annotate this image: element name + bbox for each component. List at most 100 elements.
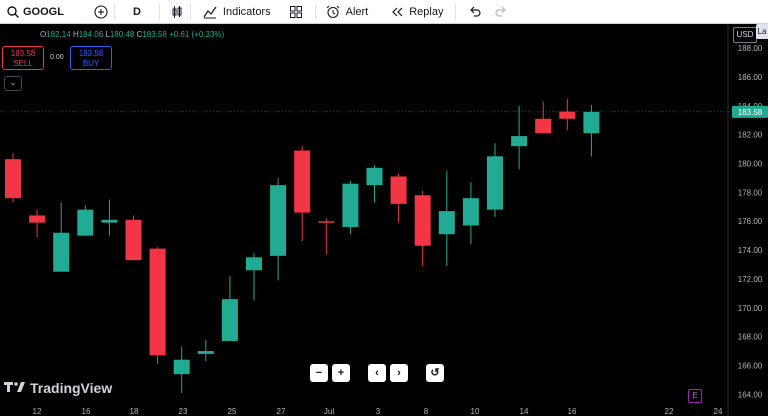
candle-body [535, 118, 552, 134]
candle-body [5, 159, 21, 199]
layouts-button[interactable] [283, 0, 309, 24]
brand-name: TradingView [30, 380, 113, 396]
toolbar-divider [455, 3, 457, 20]
time-tick-label: 8 [424, 407, 429, 416]
candle [342, 180, 359, 235]
chart-pane[interactable]: 164.00 166.00 168.00 170.00 172.00 174.00 176.… [0, 25, 768, 416]
candlestick-chart[interactable]: 164.00 166.00 168.00 170.00 172.00 174.00 176.… [0, 25, 768, 416]
last-price-label: 183.58 [738, 108, 763, 117]
zoom-out-button[interactable]: − [310, 364, 328, 382]
compare-symbol-button[interactable] [88, 0, 114, 24]
candle [101, 199, 118, 236]
reset-chart-button[interactable]: ↺ [426, 364, 444, 382]
indicators-button[interactable]: Indicators [197, 0, 277, 24]
buy-button[interactable]: 183.58 BUY [70, 46, 112, 70]
candle [462, 182, 479, 245]
alert-label: Alert [345, 5, 369, 18]
candles-group [5, 98, 600, 393]
time-tick-label: 25 [228, 407, 237, 416]
plus-circle-icon [94, 4, 108, 19]
time-tick-label: 16 [82, 407, 91, 416]
scroll-left-button[interactable]: ‹ [368, 364, 386, 382]
collapse-legend-button[interactable]: ⌄ [4, 76, 22, 91]
buy-price: 183.58 [78, 49, 104, 58]
candle-body [342, 183, 359, 227]
price-tick-label: 166.00 [738, 361, 763, 370]
indicators-label: Indicators [222, 5, 271, 18]
candle-body [149, 248, 166, 356]
candle-body [29, 215, 46, 223]
candles-icon [172, 5, 182, 18]
plus-icon: + [337, 367, 345, 379]
symbol-search-button[interactable]: GOOGL [0, 0, 70, 24]
high-value: 184.06 [78, 30, 104, 39]
candle-body [77, 209, 94, 236]
candle-body [511, 136, 528, 147]
currency-selector[interactable]: USD [733, 27, 757, 43]
price-tick-label: 174.00 [738, 246, 763, 255]
candle [366, 164, 383, 203]
undo-icon [470, 6, 482, 17]
time-tick-label: 23 [179, 407, 188, 416]
sell-price: 183.58 [10, 49, 36, 58]
candle [53, 202, 70, 272]
candle [5, 153, 21, 203]
tv-logo-icon [4, 381, 26, 396]
price-axis[interactable]: 164.00 166.00 168.00 170.00 172.00 174.00 176.… [738, 44, 763, 399]
sell-label: SELL [13, 59, 33, 68]
change-value: +0.61 (+0.33%) [169, 30, 225, 39]
alert-button[interactable]: Alert [320, 0, 375, 24]
buy-label: BUY [82, 59, 100, 68]
nav-gap [354, 364, 364, 382]
candle [390, 173, 407, 223]
candle [559, 98, 576, 131]
chevron-left-icon: ‹ [375, 367, 379, 379]
time-tick-label: 27 [277, 407, 286, 416]
redo-button[interactable] [488, 0, 514, 24]
candle-body [173, 359, 190, 375]
candle-body [583, 111, 600, 134]
candle-body [366, 167, 383, 186]
search-icon [7, 5, 19, 18]
time-tick-label: 18 [130, 407, 139, 416]
price-tick-label: 180.00 [738, 160, 763, 169]
candle [270, 177, 287, 281]
top-toolbar: GOOGL D Indicators Alert Replay [0, 0, 768, 24]
sell-button[interactable]: 183.58 SELL [2, 46, 44, 70]
ohlc-legend: O182.14 H184.06 L180.48 C183.58 +0.61 (+… [40, 30, 224, 39]
candle-body [294, 150, 311, 213]
earnings-badge[interactable]: E [688, 389, 702, 403]
candle-body [438, 211, 455, 235]
indicators-icon [203, 6, 217, 18]
side-panel-tab[interactable]: La [756, 24, 768, 39]
price-tick-label: 168.00 [738, 333, 763, 342]
interval-button[interactable]: D [127, 0, 147, 24]
candle [318, 218, 335, 255]
toolbar-divider [158, 3, 160, 20]
toolbar-divider [113, 3, 115, 20]
time-tick-label: Jul [324, 407, 334, 416]
rewind-icon [392, 7, 403, 16]
candle [511, 105, 528, 170]
candle [246, 252, 262, 301]
time-tick-label: 3 [376, 407, 381, 416]
undo-button[interactable] [462, 0, 488, 24]
candle-body [462, 198, 479, 226]
chart-type-button[interactable] [164, 0, 190, 24]
price-tick-label: 176.00 [738, 217, 763, 226]
candle [438, 170, 455, 266]
price-tick-label: 170.00 [738, 304, 763, 313]
replay-button[interactable]: Replay [384, 0, 449, 24]
candle-body [390, 176, 407, 204]
scroll-right-button[interactable]: › [390, 364, 408, 382]
price-tick-label: 186.00 [738, 73, 763, 82]
price-tick-label: 182.00 [738, 131, 763, 140]
candle [414, 190, 431, 266]
candle-body [487, 156, 503, 210]
candle [125, 215, 142, 261]
zoom-in-button[interactable]: + [332, 364, 350, 382]
time-tick-label: 14 [520, 407, 529, 416]
low-value: 180.48 [109, 30, 135, 39]
time-axis[interactable]: 12 16 18 23 25 27 Jul 3 8 10 14 16 22 24 [33, 407, 723, 416]
candle-body [53, 232, 70, 272]
